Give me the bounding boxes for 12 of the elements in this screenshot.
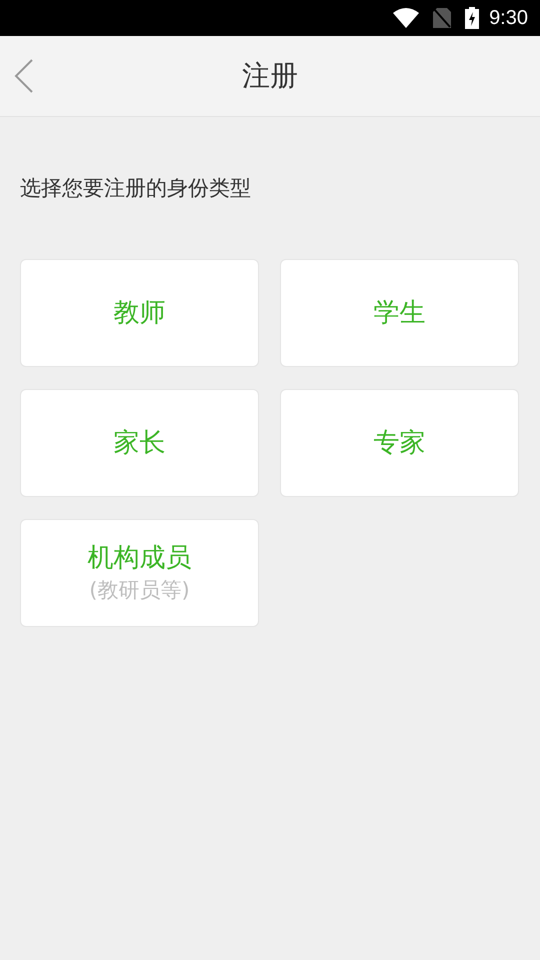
page-title: 注册 xyxy=(242,58,298,94)
role-option[interactable]: 教师 xyxy=(20,259,259,367)
prompt-text: 选择您要注册的身份类型 xyxy=(20,175,252,202)
back-icon[interactable] xyxy=(14,59,34,93)
role-option[interactable]: 家长 xyxy=(20,389,259,497)
wifi-icon xyxy=(393,8,420,28)
status-time: 9:30 xyxy=(489,6,528,30)
role-option[interactable]: 机构成员 (教研员等) xyxy=(20,519,259,627)
no-sim-icon xyxy=(433,8,452,28)
battery-charging-icon xyxy=(465,7,480,29)
role-option[interactable]: 专家 xyxy=(280,389,519,497)
role-option[interactable]: 学生 xyxy=(280,259,519,367)
